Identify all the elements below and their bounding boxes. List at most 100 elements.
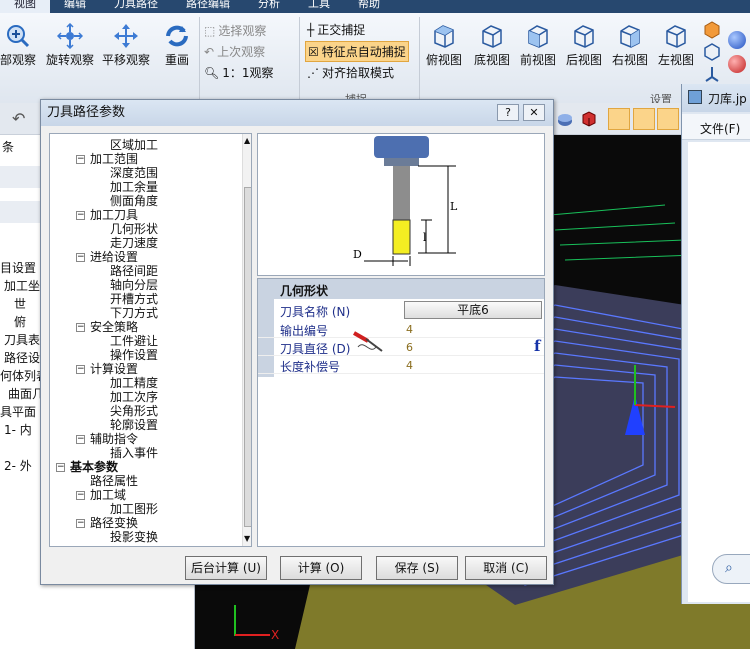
collapse-toggle-icon[interactable]: − <box>76 253 85 262</box>
tree-node[interactable]: 计算设置 <box>90 362 138 376</box>
prop-row-diameter[interactable]: 刀具直径 (D) 6 f <box>258 337 544 356</box>
tree-node[interactable]: 路径变换 <box>90 516 138 530</box>
prop-row-output-id[interactable]: 输出编号 4 <box>258 320 544 338</box>
collapse-toggle-icon[interactable]: − <box>56 463 65 472</box>
right-view-button[interactable]: 右视图 <box>612 23 648 68</box>
last-view-button[interactable]: ↶ 上次观察 <box>204 43 265 60</box>
collapse-toggle-icon[interactable]: − <box>76 155 85 164</box>
menu-view[interactable]: 视图 <box>0 0 50 13</box>
tree-node[interactable]: 下刀方式 <box>110 306 158 320</box>
help-button[interactable]: ? <box>497 104 519 121</box>
tree-node[interactable]: 轴向分层 <box>110 278 158 292</box>
prop-row-tool-name[interactable]: 刀具名称 (N) 平底6 <box>258 301 544 319</box>
tree-node[interactable]: 路径属性 <box>90 474 138 488</box>
dialog-titlebar[interactable]: 刀具路径参数 ? ✕ <box>41 100 553 126</box>
prop-row-length-comp[interactable]: 长度补偿号 4 <box>258 356 544 374</box>
tree-node[interactable]: 开槽方式 <box>110 292 158 306</box>
tree-node[interactable]: 路径间距 <box>110 264 158 278</box>
tree-node[interactable]: 插入事件 <box>110 446 158 460</box>
background-calc-button[interactable]: 后台计算 (U) <box>185 556 267 580</box>
zoom-view-button[interactable]: 部观察 <box>0 23 36 68</box>
bottom-view-button[interactable]: 底视图 <box>474 23 510 68</box>
collapse-toggle-icon[interactable]: − <box>76 323 85 332</box>
menu-analysis[interactable]: 分析 <box>244 0 294 13</box>
tree-item-coord[interactable]: 加工坐 <box>4 277 40 294</box>
tree-item-tool-plane[interactable]: 具平面 <box>0 403 36 420</box>
left-view-button[interactable]: 左视图 <box>658 23 694 68</box>
tree-node[interactable]: 几何形状 <box>110 222 158 236</box>
menu-path-edit[interactable]: 路径编辑 <box>172 0 244 13</box>
tree-node[interactable]: 加工次序 <box>110 390 158 404</box>
tree-node[interactable]: 基本参数 <box>70 460 118 474</box>
tree-item-top[interactable]: 俯 <box>14 313 26 330</box>
scroll-up-icon[interactable]: ▲ <box>244 136 250 145</box>
material-icon[interactable] <box>556 110 574 128</box>
align-snap-button[interactable]: ⋰ 对齐拾取模式 <box>307 64 394 81</box>
collapse-toggle-icon[interactable]: − <box>76 491 85 500</box>
tree-node[interactable]: 区域加工 <box>110 138 158 152</box>
tree-node[interactable]: 走刀速度 <box>110 236 158 250</box>
tree-node[interactable]: 轮廓设置 <box>110 418 158 432</box>
path-display-icon[interactable] <box>608 108 630 130</box>
tree-item-setup[interactable]: 目设置 <box>0 259 36 276</box>
menu-tools[interactable]: 工具 <box>294 0 344 13</box>
menu-help[interactable]: 帮助 <box>344 0 394 13</box>
tree-item-path-setup[interactable]: 路径设 <box>4 349 40 366</box>
tree-node[interactable]: 进给设置 <box>90 250 138 264</box>
tree-node[interactable]: 安全策略 <box>90 320 138 334</box>
prop-value[interactable]: 6 <box>406 341 413 354</box>
tree-node[interactable]: 工件避让 <box>110 334 158 348</box>
back-view-button[interactable]: 后视图 <box>566 23 602 68</box>
tree-item-path-1[interactable]: 1- 内 <box>4 421 32 438</box>
tree-item-world[interactable]: 世 <box>14 295 26 312</box>
calculate-button[interactable]: 计算 (O) <box>280 556 362 580</box>
top-view-button[interactable]: 俯视图 <box>426 23 462 68</box>
shaded-cube-icon[interactable] <box>703 21 721 39</box>
prop-value[interactable]: 4 <box>406 323 413 336</box>
menu-edit[interactable]: 编辑 <box>50 0 100 13</box>
tool-name-button[interactable]: 平底6 <box>404 301 542 319</box>
tree-node[interactable]: 加工图形 <box>110 502 158 516</box>
front-view-button[interactable]: 前视图 <box>520 23 556 68</box>
tree-item-tool-table[interactable]: 刀具表 <box>4 331 40 348</box>
scroll-down-icon[interactable]: ▼ <box>244 534 250 543</box>
one-to-one-button[interactable]: 🔍︎ 1：1观察 <box>204 64 274 81</box>
toolpath-icon[interactable] <box>633 108 655 130</box>
tree-scrollbar[interactable]: ▲ ▼ <box>242 134 251 546</box>
prop-value[interactable]: 4 <box>406 359 413 372</box>
collapse-toggle-icon[interactable]: − <box>76 435 85 444</box>
red-sphere-icon[interactable] <box>728 55 746 73</box>
function-icon[interactable]: f <box>534 337 540 355</box>
ortho-snap-button[interactable]: ┼ 正交捕捉 <box>307 21 365 38</box>
left-toolbar-icon[interactable] <box>0 166 40 188</box>
select-view-button[interactable]: ⬚ 选择观察 <box>204 22 266 39</box>
tree-item-surface[interactable]: 曲面几 <box>8 385 44 402</box>
menu-toolpath[interactable]: 刀具路径 <box>100 0 172 13</box>
pan-view-button[interactable]: 平移观察 <box>102 23 150 68</box>
image-viewer-titlebar[interactable]: 刀库.jp <box>682 84 750 112</box>
file-menu[interactable]: 文件(F) <box>700 120 740 137</box>
tool-display-icon[interactable] <box>657 108 679 130</box>
tree-node[interactable]: 加工刀具 <box>90 208 138 222</box>
cancel-button[interactable]: 取消 (C) <box>465 556 547 580</box>
collapse-toggle-icon[interactable]: − <box>76 365 85 374</box>
save-button[interactable]: 保存 (S) <box>376 556 458 580</box>
tree-node[interactable]: 加工余量 <box>110 180 158 194</box>
collapse-toggle-icon[interactable]: − <box>76 211 85 220</box>
redraw-button[interactable]: 重画 <box>164 23 190 68</box>
tree-node[interactable]: 加工范围 <box>90 152 138 166</box>
tree-node[interactable]: 侧面角度 <box>110 194 158 208</box>
tree-node[interactable]: 加工精度 <box>110 376 158 390</box>
close-button[interactable]: ✕ <box>523 104 545 121</box>
undo-icon[interactable]: ↶ <box>12 109 25 128</box>
rotate-view-button[interactable]: 旋转观察 <box>46 23 94 68</box>
blue-sphere-icon[interactable] <box>728 31 746 49</box>
tree-node[interactable]: 投影变换 <box>110 530 158 544</box>
tree-item-path-2[interactable]: 2- 外 <box>4 457 32 474</box>
solid-icon[interactable] <box>580 110 598 128</box>
tree-node[interactable]: 尖角形式 <box>110 404 158 418</box>
collapse-toggle-icon[interactable]: − <box>76 519 85 528</box>
feature-snap-button[interactable]: ☒ 特征点自动捕捉 <box>305 41 409 62</box>
tree-node[interactable]: 操作设置 <box>110 348 158 362</box>
tree-node[interactable]: 深度范围 <box>110 166 158 180</box>
